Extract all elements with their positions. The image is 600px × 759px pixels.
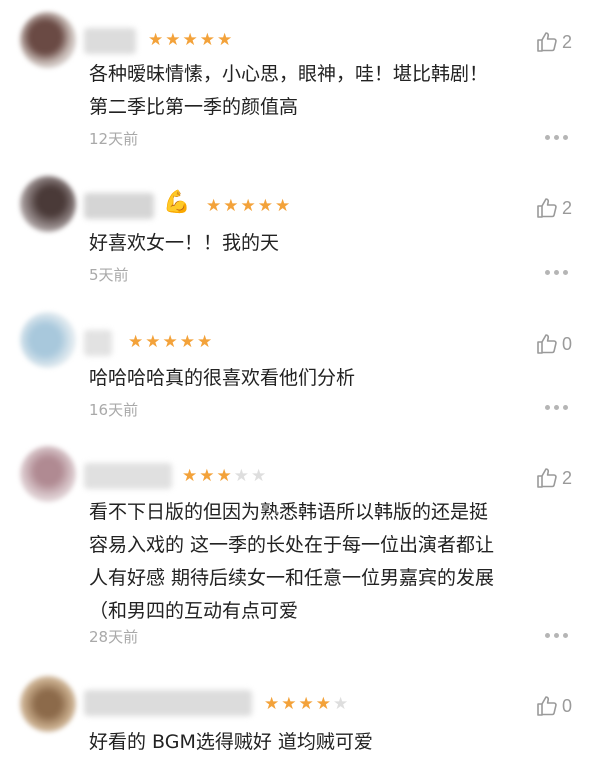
star-icon: ★ [128, 332, 146, 352]
star-icon: ★ [251, 466, 269, 486]
star-icon: ★ [223, 196, 241, 216]
star-icon: ★ [179, 332, 197, 352]
review-text: 哈哈哈哈真的很喜欢看他们分析 [89, 367, 356, 389]
review-time: 16天前 [89, 401, 139, 419]
username-blurred[interactable] [84, 463, 172, 489]
star-rating: ★★★★★ [206, 196, 292, 216]
thumbs-up-icon [537, 468, 557, 488]
star-icon: ★ [233, 466, 251, 486]
star-icon: ★ [257, 196, 275, 216]
review-time: 5天前 [89, 266, 129, 284]
star-icon: ★ [264, 694, 282, 714]
dot-icon [545, 405, 550, 410]
star-icon: ★ [145, 332, 163, 352]
username-blurred[interactable] [84, 28, 136, 54]
dot-icon [554, 633, 559, 638]
thumbs-up-icon [537, 32, 557, 52]
like-count: 0 [561, 333, 572, 354]
dot-icon [563, 270, 568, 275]
star-icon: ★ [148, 30, 166, 50]
dot-icon [545, 633, 550, 638]
dot-icon [563, 633, 568, 638]
username-blurred[interactable] [84, 330, 112, 356]
like-count: 0 [561, 695, 572, 716]
star-icon: ★ [182, 30, 200, 50]
star-rating: ★★★★★ [128, 332, 214, 352]
avatar[interactable] [20, 676, 76, 732]
review-text: 看不下日版的但因为熟悉韩语所以韩版的还是挺 容易入戏的 这一季的长处在于每一位出… [89, 501, 495, 622]
like-button[interactable]: 2 [535, 196, 572, 220]
review-text: 好喜欢女一！！我的天 [89, 232, 280, 254]
star-rating: ★★★★★ [148, 30, 234, 50]
avatar[interactable] [20, 176, 76, 232]
dot-icon [554, 135, 559, 140]
review-time: 12天前 [89, 130, 139, 148]
like-button[interactable]: 0 [535, 694, 572, 718]
avatar[interactable] [20, 312, 76, 368]
more-options-button[interactable] [545, 633, 568, 638]
like-count: 2 [561, 467, 572, 488]
dot-icon [563, 135, 568, 140]
star-icon: ★ [199, 30, 217, 50]
more-options-button[interactable] [545, 270, 568, 275]
like-count: 2 [561, 197, 572, 218]
star-rating: ★★★★★ [264, 694, 350, 714]
star-icon: ★ [281, 694, 299, 714]
star-icon: ★ [216, 466, 234, 486]
star-icon: ★ [165, 30, 183, 50]
star-icon: ★ [182, 466, 200, 486]
thumbs-up-icon [537, 198, 557, 218]
star-icon: ★ [275, 196, 293, 216]
username-blurred[interactable] [84, 690, 252, 716]
review-text: 各种暧昧情愫，小心思，眼神，哇！堪比韩剧！ 第二季比第一季的颜值高 [89, 63, 489, 118]
thumbs-up-icon [537, 334, 557, 354]
dot-icon [563, 405, 568, 410]
star-icon: ★ [197, 332, 215, 352]
thumbs-up-icon [537, 696, 557, 716]
star-icon: ★ [199, 466, 217, 486]
review-text: 好看的 BGM选得贼好 道均贼可爱 [89, 731, 373, 753]
star-rating: ★★★★★ [182, 466, 268, 486]
star-icon: ★ [206, 196, 224, 216]
star-icon: ★ [315, 694, 333, 714]
like-button[interactable]: 0 [535, 332, 572, 356]
star-icon: ★ [162, 332, 180, 352]
dot-icon [554, 270, 559, 275]
star-icon: ★ [333, 694, 351, 714]
like-button[interactable]: 2 [535, 30, 572, 54]
dot-icon [545, 270, 550, 275]
review-time: 28天前 [89, 628, 139, 646]
more-options-button[interactable] [545, 405, 568, 410]
dot-icon [554, 405, 559, 410]
username-blurred[interactable] [84, 193, 154, 219]
star-icon: ★ [217, 30, 235, 50]
avatar[interactable] [20, 12, 76, 68]
avatar[interactable] [20, 446, 76, 502]
star-icon: ★ [298, 694, 316, 714]
star-icon: ★ [240, 196, 258, 216]
dot-icon [545, 135, 550, 140]
flexed-biceps-emoji: 💪 [163, 190, 191, 215]
like-count: 2 [561, 31, 572, 52]
like-button[interactable]: 2 [535, 466, 572, 490]
more-options-button[interactable] [545, 135, 568, 140]
